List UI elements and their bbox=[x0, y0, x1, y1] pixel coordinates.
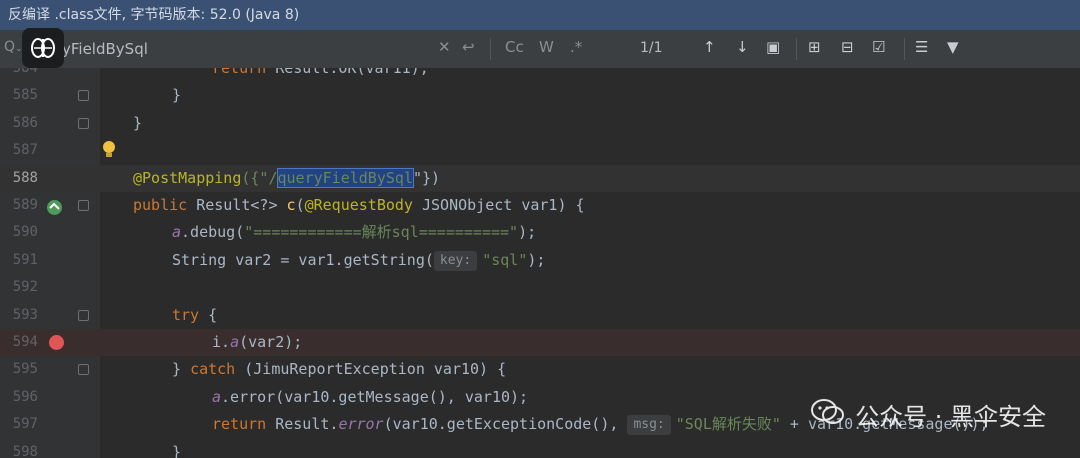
code-line: 598 } bbox=[0, 439, 1080, 458]
code-text: ); bbox=[518, 223, 537, 242]
code-text: ( bbox=[295, 196, 305, 214]
annotation: @PostMapping bbox=[133, 168, 242, 187]
brain-icon bbox=[22, 28, 64, 68]
line-number: 588 bbox=[12, 169, 38, 186]
code-text: JSONObject var1) { bbox=[412, 196, 585, 214]
fold-icon[interactable] bbox=[78, 200, 89, 211]
line-number: 592 bbox=[12, 279, 38, 296]
clear-search-icon[interactable]: ✕ bbox=[438, 38, 451, 56]
code-line: 589 public Result<?> c(@RequestBody JSON… bbox=[0, 192, 1080, 219]
keyword: try bbox=[172, 305, 200, 324]
line-number: 591 bbox=[12, 251, 38, 268]
field-ref: a bbox=[172, 223, 182, 242]
fold-icon[interactable] bbox=[78, 364, 89, 376]
string-literal: "============解析sql==========" bbox=[244, 223, 519, 242]
breakpoint-icon[interactable] bbox=[49, 335, 64, 350]
keyword: public bbox=[133, 196, 188, 214]
fold-icon[interactable] bbox=[78, 117, 89, 129]
annotation: @RequestBody bbox=[304, 196, 413, 214]
fold-icon[interactable] bbox=[78, 90, 89, 102]
parameter-hint: key: bbox=[433, 250, 478, 271]
select-all-matches-icon[interactable]: ☑ bbox=[872, 38, 885, 56]
code-text: String var2 = var1.getString( bbox=[172, 250, 434, 269]
code-line: 587 bbox=[0, 137, 1080, 164]
new-line-icon[interactable]: ↩ bbox=[462, 38, 475, 56]
code-line: 592 bbox=[0, 274, 1080, 301]
line-number: 585 bbox=[12, 87, 38, 104]
line-number: 593 bbox=[12, 306, 38, 323]
code-text: (JimuReportException var10) { bbox=[235, 360, 507, 379]
line-number: 584 bbox=[12, 68, 38, 76]
line-number: 598 bbox=[12, 443, 38, 458]
add-occurrence-icon[interactable]: ⊞ bbox=[808, 38, 821, 56]
code-line: 591 String var2 = var1.getString(key: "sq… bbox=[0, 247, 1080, 274]
match-case-button[interactable]: Cc bbox=[505, 38, 524, 56]
method-name: c bbox=[286, 196, 296, 214]
search-in-selection-icon[interactable]: ☰ bbox=[915, 38, 928, 56]
string-prefix: ({"/ bbox=[241, 168, 278, 187]
method-ref: error bbox=[338, 415, 384, 434]
code-text: .error(var10.getMessage(), var10); bbox=[221, 387, 529, 406]
parameter-hint: msg: bbox=[627, 415, 671, 436]
code-text: } bbox=[172, 442, 182, 458]
string-literal: "sql" bbox=[482, 250, 528, 269]
string-literal: "SQL解析失败" bbox=[675, 415, 781, 434]
line-number: 597 bbox=[12, 416, 38, 433]
code-text: } bbox=[172, 360, 191, 379]
line-number: 596 bbox=[12, 388, 38, 405]
divider bbox=[796, 38, 797, 60]
code-text: ); bbox=[527, 250, 546, 269]
find-bar: Q⌄ yFieldBySql ✕ ↩ Cc W .* 1/1 ↑ ↓ ▣ ⊞ ⊟… bbox=[0, 30, 1080, 69]
code-line: 590 a.debug("============解析sql==========… bbox=[0, 219, 1080, 246]
code-line-breakpoint: 594 i.a(var2); bbox=[0, 329, 1080, 357]
code-line: 586 } bbox=[0, 110, 1080, 137]
code-line: 584 return Result.OK(var11); bbox=[0, 68, 1080, 82]
line-number: 587 bbox=[12, 142, 38, 159]
fold-icon[interactable] bbox=[78, 309, 89, 321]
code-text: Result. bbox=[266, 415, 339, 434]
search-match: queryFieldBySql bbox=[276, 167, 414, 188]
remove-occurrence-icon[interactable]: ⊟ bbox=[841, 38, 854, 56]
string-suffix: "}) bbox=[412, 168, 441, 187]
code-text: (var10.getExceptionCode(), bbox=[383, 415, 628, 434]
keyword: return bbox=[212, 415, 267, 434]
code-line: 585 } bbox=[0, 82, 1080, 109]
watermark-text: 公众号 · 黑伞安全 bbox=[855, 403, 1046, 431]
divider bbox=[904, 38, 905, 60]
method-ref: a bbox=[230, 333, 240, 351]
search-icon[interactable]: Q⌄ bbox=[4, 39, 23, 55]
field-ref: a bbox=[212, 387, 222, 406]
code-text: (var2); bbox=[239, 333, 303, 351]
line-number: 594 bbox=[12, 334, 38, 350]
code-text: .debug( bbox=[181, 223, 245, 242]
wechat-watermark: 公众号 · 黑伞安全 bbox=[811, 397, 1046, 432]
code-text: { bbox=[199, 305, 218, 324]
code-text: Result<?> bbox=[187, 196, 287, 214]
line-number: 586 bbox=[12, 114, 38, 131]
code-line-current: 588 @PostMapping({"/queryFieldBySql"}) bbox=[0, 164, 1080, 192]
select-all-occurrences-icon[interactable]: ▣ bbox=[766, 38, 780, 56]
line-number: 590 bbox=[12, 224, 38, 241]
words-button[interactable]: W bbox=[539, 38, 554, 56]
previous-occurrence-icon[interactable]: ↑ bbox=[703, 38, 716, 56]
code-text: i. bbox=[212, 333, 231, 351]
decompile-banner: 反编译 .class文件, 字节码版本: 52.0 (Java 8) bbox=[0, 0, 1080, 30]
next-occurrence-icon[interactable]: ↓ bbox=[736, 38, 749, 56]
divider bbox=[490, 38, 491, 60]
code-line: 593 try { bbox=[0, 302, 1080, 329]
line-number: 589 bbox=[12, 197, 38, 213]
search-input[interactable]: yFieldBySql bbox=[62, 40, 148, 58]
code-line: 595 } catch (JimuReportException var10) … bbox=[0, 356, 1080, 383]
regex-button[interactable]: .* bbox=[570, 38, 582, 56]
match-counter: 1/1 bbox=[640, 40, 663, 56]
line-number: 595 bbox=[12, 361, 38, 378]
filter-icon[interactable]: ▼ bbox=[947, 38, 959, 56]
wechat-icon bbox=[811, 398, 845, 432]
code-editor[interactable]: 584 return Result.OK(var11); 585 } 586 }… bbox=[0, 68, 1080, 458]
keyword: catch bbox=[190, 360, 236, 379]
